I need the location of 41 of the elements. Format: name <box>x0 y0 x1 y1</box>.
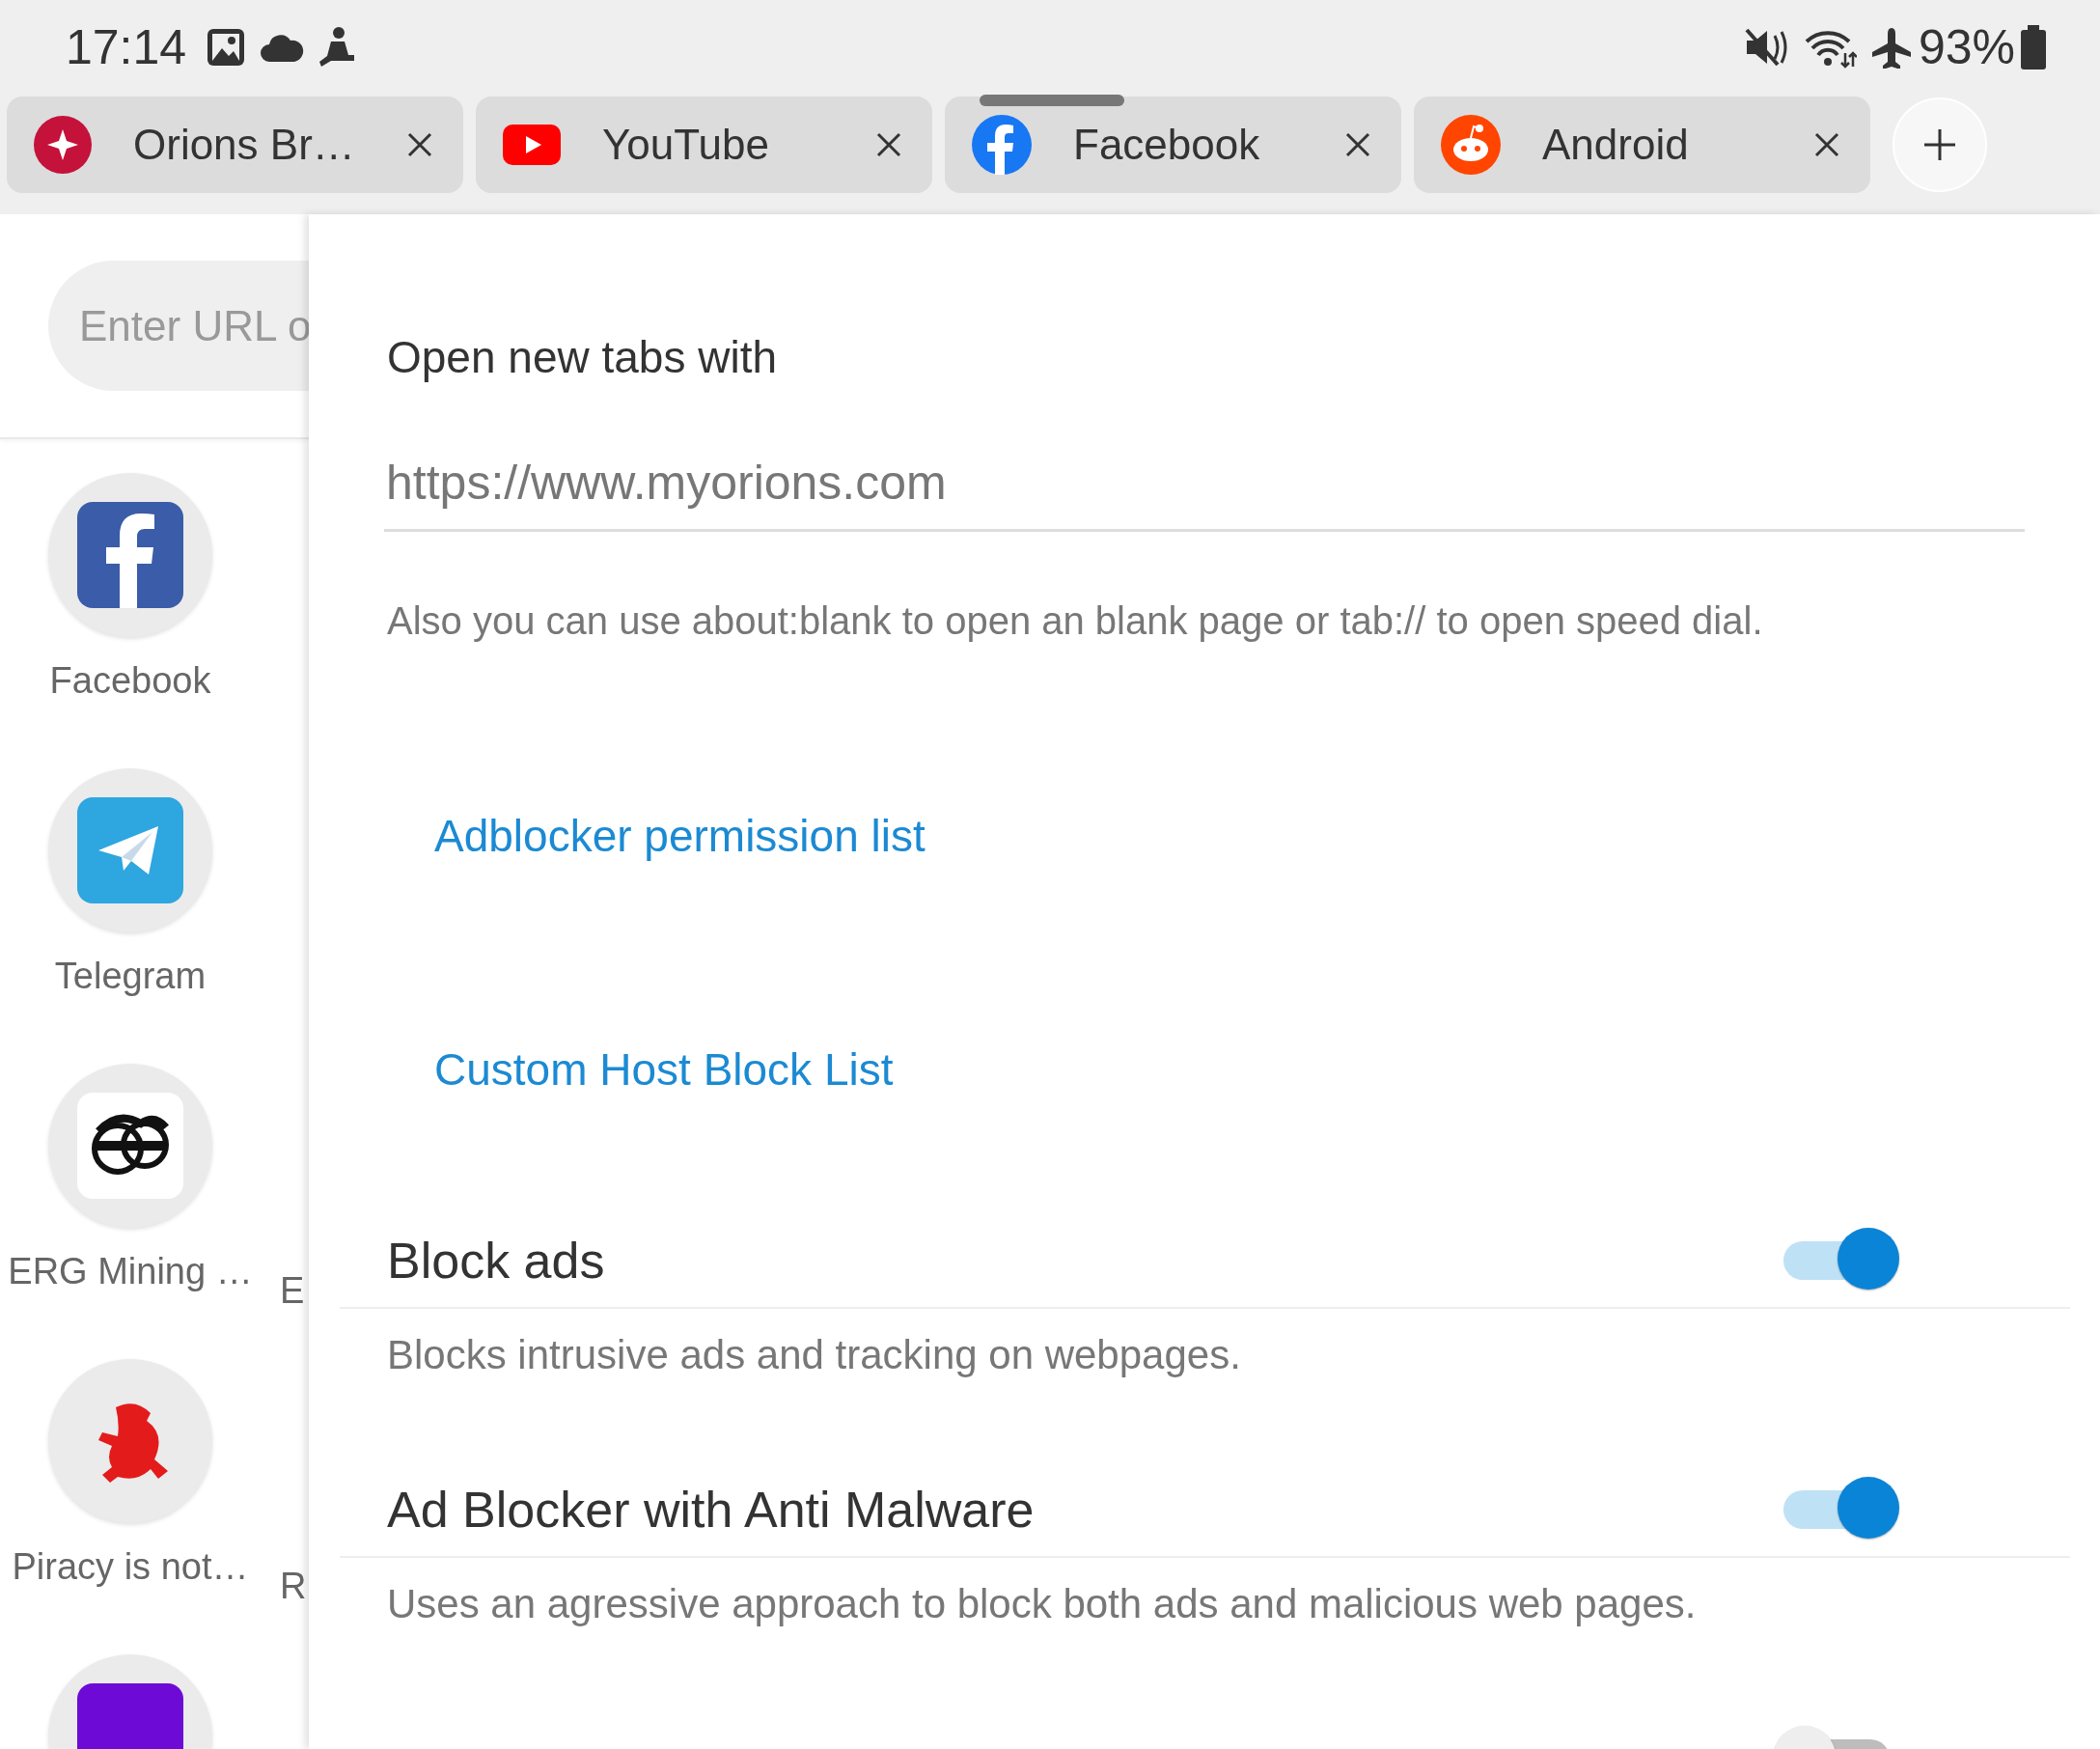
facebook-icon <box>972 115 1032 175</box>
close-icon[interactable] <box>1814 132 1839 157</box>
plus-icon <box>1922 127 1957 162</box>
close-icon[interactable] <box>876 132 901 157</box>
settings-link[interactable]: Custom Host Block List <box>434 1043 894 1096</box>
facebook-icon <box>77 502 183 608</box>
tab-title: Orions Br… <box>133 121 356 169</box>
battery-icon <box>2021 25 2046 69</box>
speed-dial-label: Facebook <box>49 659 211 703</box>
clock: 17:14 <box>66 19 187 75</box>
speed-dial-label: ERG Mining … <box>8 1250 253 1293</box>
setting-title: Block ads <box>387 1231 606 1290</box>
setting-title: Ad Blocker with Anti Malware <box>387 1480 1036 1539</box>
browser-tab[interactable]: Orions Br… <box>7 97 463 193</box>
speed-dial-label: E <box>280 1269 305 1313</box>
play-icon <box>503 125 561 165</box>
setting-description: Blocks intrusive ads and tracking on webpages. <box>387 1331 1242 1379</box>
helper-text: Also you can use about:blank to open an blank page or tab:// to open speed dial. <box>387 598 1764 644</box>
browser-tab[interactable]: Facebook <box>945 97 1401 193</box>
drag-handle[interactable] <box>980 95 1124 106</box>
close-icon[interactable] <box>1345 132 1370 157</box>
browser-tab[interactable]: Android <box>1414 97 1870 193</box>
speed-dial-label: Piracy is not… <box>12 1545 249 1589</box>
speed-dial-label: R <box>280 1565 307 1608</box>
paper-plane-icon <box>77 797 183 903</box>
setting-title: Open new tabs with <box>386 331 778 384</box>
tab-title: Facebook <box>1073 121 1261 169</box>
faces-icon <box>77 1093 183 1199</box>
url-input-field[interactable]: https://www.myorions.com <box>384 454 2025 532</box>
gallery-icon <box>206 27 247 68</box>
alien-icon <box>1441 115 1501 175</box>
battery-percentage: 93% <box>1918 19 2015 75</box>
setting-description: Uses an agressive approach to block both ads and malicious web pages. <box>387 1580 1698 1628</box>
browser-tab[interactable]: YouTube <box>476 97 932 193</box>
settings-link[interactable]: Adblocker permission list <box>434 810 926 862</box>
airplane-icon <box>1869 26 1913 69</box>
speed-dial-label: Telegram <box>54 955 207 998</box>
tab-title: YouTube <box>602 121 770 169</box>
figure-icon <box>318 26 355 69</box>
tab-title: Android <box>1542 121 1690 169</box>
close-icon[interactable] <box>407 132 432 157</box>
